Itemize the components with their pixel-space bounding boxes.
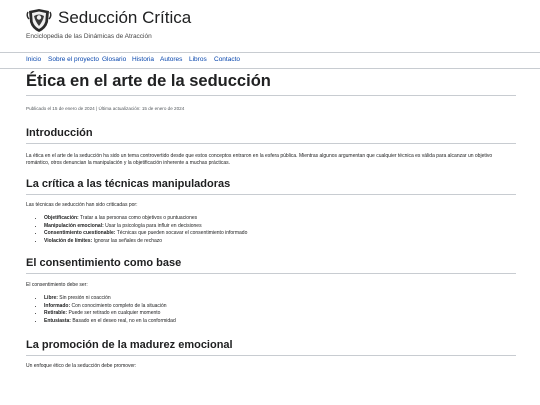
consent-list: Libre: Sin presión ni coacción Informado…	[26, 295, 516, 326]
list-item-text: Con conocimiento completo de la situació…	[71, 302, 167, 309]
nav-link-contacto[interactable]: Contacto	[214, 56, 240, 63]
list-item-term: Libre:	[44, 295, 58, 301]
list-item: Entusiasta: Basado en el deseo real, no …	[44, 318, 516, 326]
list-item-text: Basado en el deseo real, no en la confor…	[72, 318, 176, 325]
section-paragraph: La ética en el arte de la seducción ha s…	[26, 153, 493, 167]
list-item-text: Técnicas que pueden socavar el consentim…	[116, 230, 248, 237]
list-item-term: Consentimiento cuestionable:	[44, 230, 116, 237]
list-item-term: Informado:	[44, 302, 71, 309]
section-heading: La promoción de la madurez emocional	[26, 339, 516, 356]
nav-link-sobre-el-proyecto[interactable]: Sobre el proyecto	[48, 56, 99, 63]
list-item-text: Sin presión ni coacción	[59, 295, 111, 301]
list-item: Libre: Sin presión ni coacción	[44, 295, 516, 303]
nav-link-inicio[interactable]: Inicio	[26, 56, 41, 63]
site-tagline: Enciclopedia de las Dinámicas de Atracci…	[26, 33, 152, 40]
nav-link-libros[interactable]: Libros	[189, 56, 207, 63]
criticism-list: Objetificación: Tratar a las personas co…	[26, 215, 516, 246]
nav-link-historia[interactable]: Historia	[132, 56, 154, 63]
list-item: Retirable: Puede ser retirado en cualqui…	[44, 310, 516, 318]
section-paragraph: El consentimiento debe ser:	[26, 281, 88, 288]
article-content: Ética en el arte de la seducción Publica…	[26, 69, 516, 370]
section-madurez-emocional: La promoción de la madurez emocional Un …	[26, 339, 516, 370]
list-item-term: Objetificación:	[44, 214, 79, 221]
list-item-text: Usar la psicología para influir en decis…	[105, 222, 202, 229]
main-navigation: Inicio Sobre el proyecto Glosario Histor…	[0, 52, 540, 69]
section-heading: El consentimiento como base	[26, 257, 516, 274]
logo-emblem-icon[interactable]	[26, 7, 52, 33]
list-item: Manipulación emocional: Usar la psicolog…	[44, 223, 516, 231]
list-item: Informado: Con conocimiento completo de …	[44, 303, 516, 311]
section-heading: La crítica a las técnicas manipuladoras	[26, 178, 516, 195]
article-title: Ética en el arte de la seducción	[26, 71, 516, 96]
list-item-text: Tratar a las personas como objetivos o p…	[80, 214, 198, 221]
list-item: Violación de límites: Ignorar las señale…	[44, 238, 516, 246]
list-item-term: Retirable:	[44, 310, 68, 317]
section-critica-tecnicas: La crítica a las técnicas manipuladoras …	[26, 178, 516, 246]
list-item-term: Entusiasta:	[44, 318, 71, 325]
section-introduccion: Introducción La ética en el arte de la s…	[26, 127, 516, 168]
list-item-text: Ignorar las señales de rechazo	[93, 238, 163, 244]
site-title[interactable]: Seducción Crítica	[58, 8, 191, 28]
list-item-term: Manipulación emocional:	[44, 222, 104, 229]
list-item: Consentimiento cuestionable: Técnicas qu…	[44, 230, 516, 238]
list-item-text: Puede ser retirado en cualquier momento	[68, 310, 161, 317]
list-item: Objetificación: Tratar a las personas co…	[44, 215, 516, 223]
site-header: Seducción Crítica Enciclopedia de las Di…	[0, 0, 540, 48]
list-item-term: Violación de límites:	[44, 238, 93, 244]
section-paragraph: Un enfoque ético de la seducción debe pr…	[26, 362, 137, 369]
nav-link-autores[interactable]: Autores	[160, 56, 182, 63]
article-meta: Publicado el 15 de enero de 2024 | Últim…	[26, 106, 185, 111]
section-heading: Introducción	[26, 127, 516, 144]
section-paragraph: Las técnicas de seducción han sido criti…	[26, 201, 138, 208]
nav-link-glosario[interactable]: Glosario	[102, 56, 126, 63]
section-consentimiento: El consentimiento como base El consentim…	[26, 257, 516, 326]
